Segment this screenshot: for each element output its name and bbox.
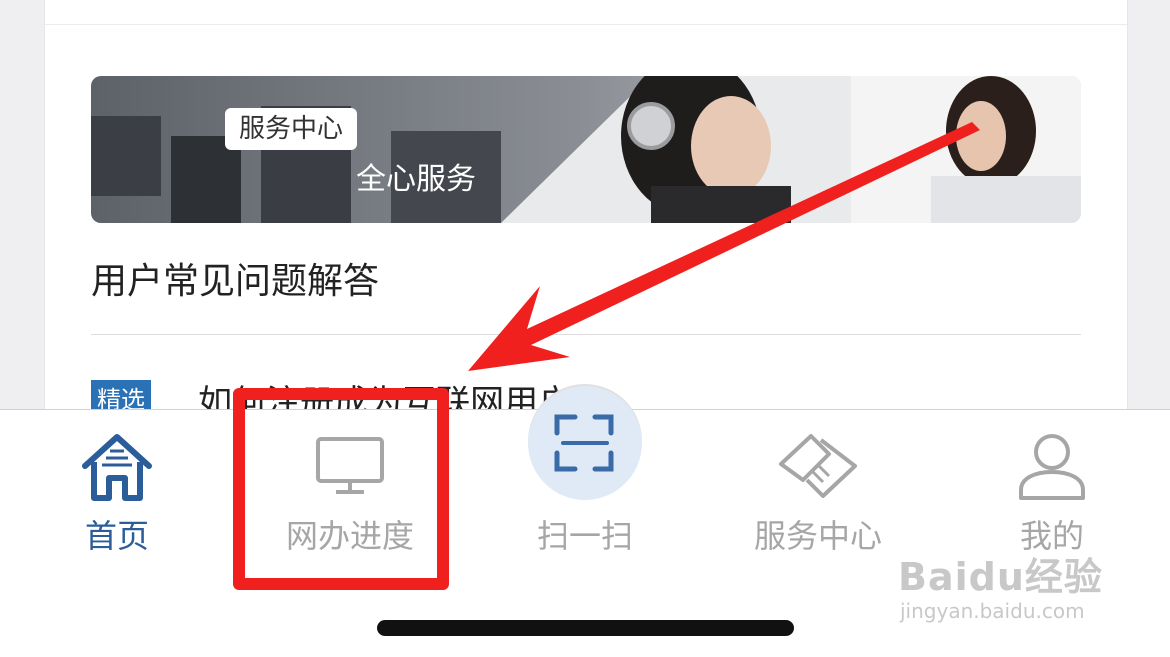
content-card: 服务中心 全心服务 用户常见问题解答 精选 如何注册成为互联网用户? bbox=[44, 0, 1128, 410]
tab-progress[interactable]: 网办进度 bbox=[250, 410, 450, 580]
banner-subtitle: 全心服务 bbox=[356, 162, 476, 197]
faq-section-title: 用户常见问题解答 bbox=[91, 261, 380, 302]
home-icon bbox=[82, 434, 152, 501]
faq-list-item[interactable]: 精选 如何注册成为互联网用户? bbox=[91, 380, 590, 410]
watermark-url: jingyan.baidu.com bbox=[900, 599, 1085, 623]
faq-divider bbox=[91, 334, 1081, 335]
tab-label: 首页 bbox=[84, 517, 149, 555]
service-center-banner[interactable]: 服务中心 全心服务 bbox=[91, 76, 1081, 223]
tab-label: 扫一扫 bbox=[536, 517, 633, 555]
tab-label: 服务中心 bbox=[753, 517, 882, 555]
featured-badge: 精选 bbox=[91, 380, 151, 410]
card-divider bbox=[45, 24, 1127, 25]
scan-icon bbox=[554, 414, 614, 472]
scan-button[interactable] bbox=[528, 386, 642, 500]
home-indicator bbox=[377, 620, 794, 636]
tab-service-center[interactable]: 服务中心 bbox=[718, 410, 918, 580]
tab-label: 我的 bbox=[1019, 517, 1084, 555]
handshake-icon bbox=[779, 434, 857, 498]
faq-question-text: 如何注册成为互联网用户? bbox=[198, 383, 591, 410]
monitor-icon bbox=[316, 437, 384, 494]
watermark-brand: Baidu经验 bbox=[898, 555, 1103, 599]
tab-label: 网办进度 bbox=[285, 517, 414, 555]
tab-home[interactable]: 首页 bbox=[17, 410, 217, 580]
banner-tag: 服务中心 bbox=[225, 108, 358, 150]
user-icon bbox=[1019, 434, 1085, 500]
baidu-watermark: Baidu经验 jingyan.baidu.com bbox=[898, 555, 1103, 623]
